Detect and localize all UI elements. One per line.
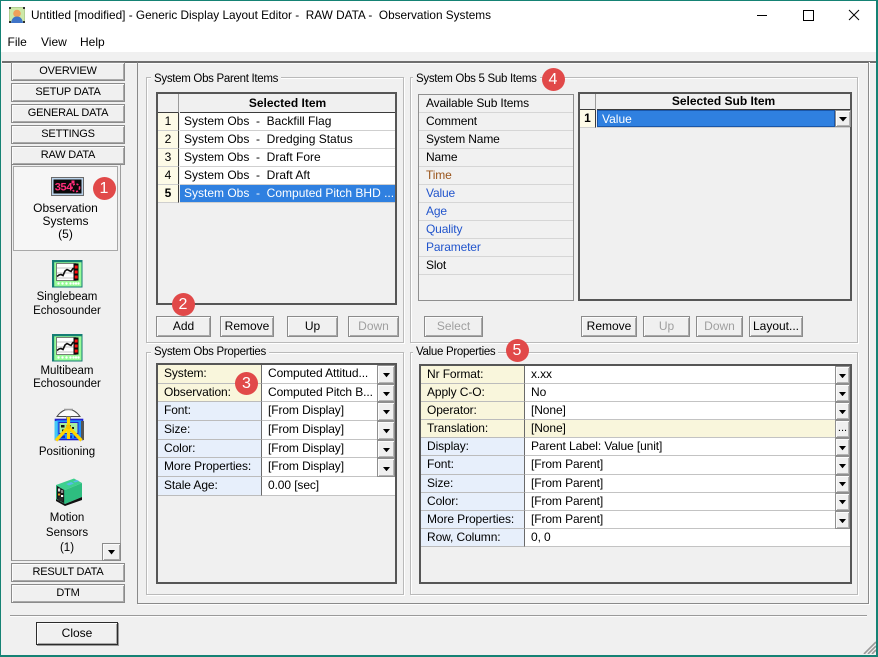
- svg-text:354: 354: [55, 183, 74, 195]
